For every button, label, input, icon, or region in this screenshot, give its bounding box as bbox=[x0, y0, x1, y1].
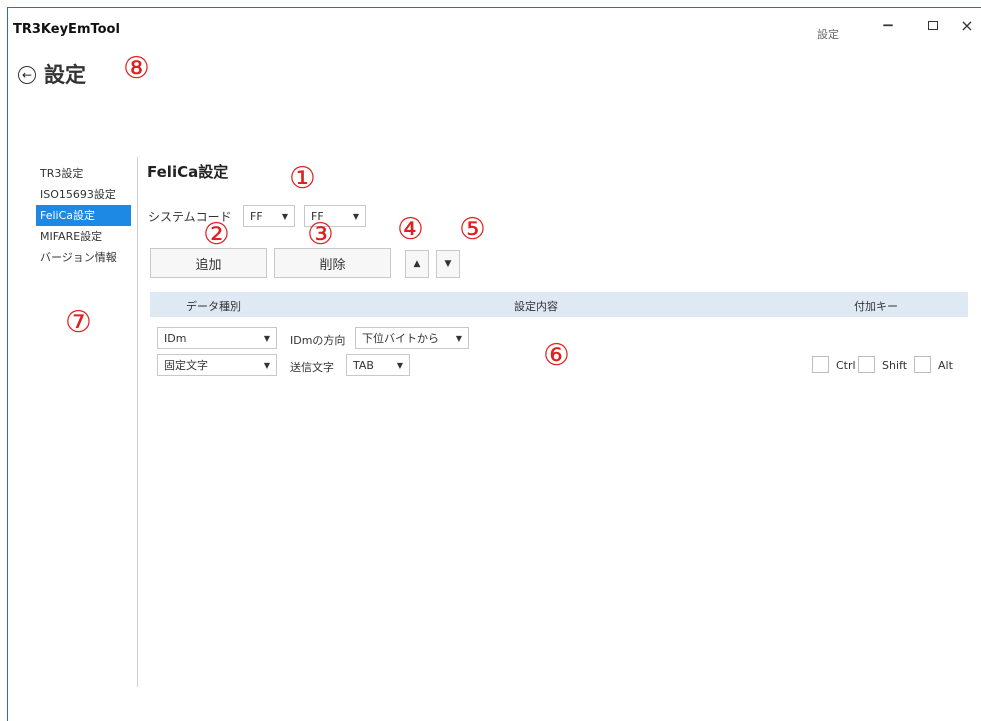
up-arrow-icon: ▲ bbox=[413, 259, 421, 269]
delete-button[interactable]: 削除 bbox=[274, 248, 391, 278]
system-code-combo-1[interactable]: FF ▼ bbox=[243, 205, 295, 227]
down-arrow-icon: ▼ bbox=[444, 259, 452, 269]
section-title: FeliCa設定 bbox=[147, 163, 229, 181]
move-up-button[interactable]: ▲ bbox=[405, 250, 429, 278]
row1-setting-value: 下位バイトから bbox=[362, 332, 439, 345]
alt-checkbox[interactable] bbox=[914, 356, 931, 373]
nav-divider bbox=[137, 157, 138, 687]
annotation-6: ⑥ bbox=[543, 338, 570, 373]
dropdown-arrow-icon: ▼ bbox=[263, 333, 270, 343]
alt-label: Alt bbox=[938, 359, 953, 372]
close-button[interactable]: × bbox=[955, 14, 979, 36]
shift-label: Shift bbox=[882, 359, 908, 372]
sidebar-item-version[interactable]: バージョン情報 bbox=[36, 247, 136, 268]
row1-setting-combo[interactable]: 下位バイトから ▼ bbox=[355, 327, 469, 349]
sidebar-item-felica[interactable]: FeliCa設定 bbox=[36, 205, 131, 226]
page-title: 設定 bbox=[44, 63, 86, 87]
row2-setting-combo[interactable]: TAB ▼ bbox=[346, 354, 410, 376]
dropdown-arrow-icon: ▼ bbox=[455, 333, 462, 343]
sidebar-nav: TR3設定 ISO15693設定 FeliCa設定 MIFARE設定 バージョン… bbox=[36, 163, 136, 268]
ctrl-label: Ctrl bbox=[836, 359, 856, 372]
header-modifier-keys: 付加キー bbox=[854, 300, 898, 313]
dropdown-arrow-icon: ▼ bbox=[396, 360, 403, 370]
maximize-icon bbox=[928, 20, 938, 30]
annotation-2: ② bbox=[203, 217, 230, 252]
row2-type-combo[interactable]: 固定文字 ▼ bbox=[157, 354, 277, 376]
add-button[interactable]: 追加 bbox=[150, 248, 267, 278]
back-arrow-icon: ← bbox=[21, 68, 33, 82]
row1-type-value: IDm bbox=[164, 331, 187, 345]
sidebar-item-mifare[interactable]: MIFARE設定 bbox=[36, 226, 136, 247]
annotation-8: ⑧ bbox=[123, 51, 150, 86]
minimize-button[interactable]: − bbox=[876, 14, 900, 36]
ctrl-checkbox[interactable] bbox=[812, 356, 829, 373]
titlebar-page-label: 設定 bbox=[817, 28, 839, 41]
annotation-4: ④ bbox=[397, 212, 424, 247]
maximize-button[interactable] bbox=[921, 14, 945, 36]
annotation-3: ③ bbox=[307, 217, 334, 252]
row2-setting-value: TAB bbox=[353, 358, 374, 372]
sidebar-item-tr3[interactable]: TR3設定 bbox=[36, 163, 136, 184]
move-down-button[interactable]: ▼ bbox=[436, 250, 460, 278]
grid-header: データ種別 設定内容 付加キー bbox=[150, 292, 968, 317]
back-button[interactable]: ← bbox=[18, 66, 36, 84]
row2-type-value: 固定文字 bbox=[164, 359, 208, 372]
dropdown-arrow-icon: ▼ bbox=[352, 211, 359, 221]
shift-checkbox[interactable] bbox=[858, 356, 875, 373]
system-code-value-1: FF bbox=[250, 209, 263, 223]
annotation-5: ⑤ bbox=[459, 212, 486, 247]
header-data-type: データ種別 bbox=[186, 300, 241, 313]
dropdown-arrow-icon: ▼ bbox=[263, 360, 270, 370]
row2-setting-label: 送信文字 bbox=[290, 361, 334, 374]
app-window bbox=[7, 7, 981, 721]
app-title: TR3KeyEmTool bbox=[13, 22, 120, 37]
row1-setting-label: IDmの方向 bbox=[290, 334, 346, 347]
header-settings: 設定内容 bbox=[514, 300, 558, 313]
dropdown-arrow-icon: ▼ bbox=[281, 211, 288, 221]
annotation-7: ⑦ bbox=[65, 305, 92, 340]
annotation-1: ① bbox=[289, 161, 316, 196]
row1-type-combo[interactable]: IDm ▼ bbox=[157, 327, 277, 349]
sidebar-item-iso15693[interactable]: ISO15693設定 bbox=[36, 184, 136, 205]
